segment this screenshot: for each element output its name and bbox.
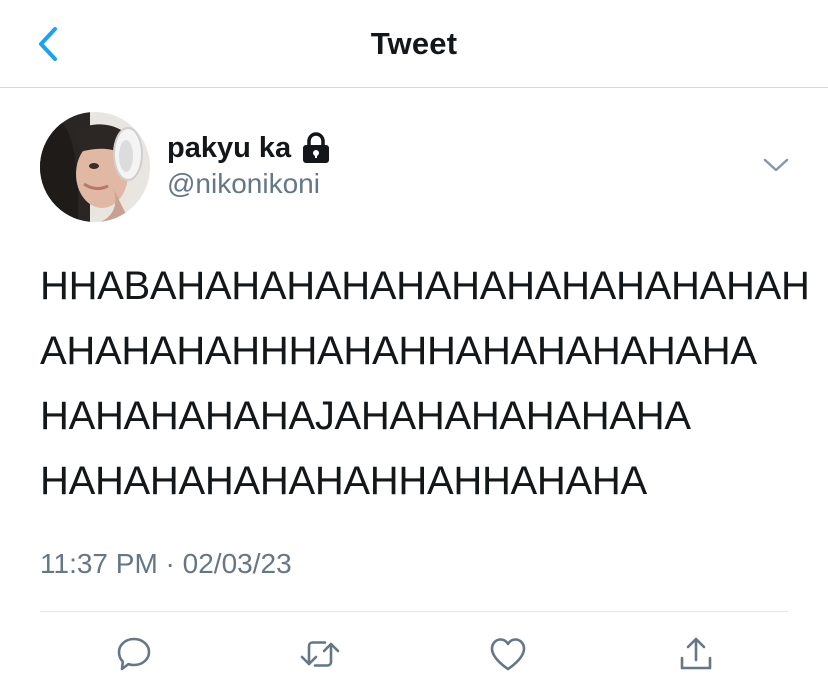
avatar-image bbox=[40, 112, 150, 222]
share-icon bbox=[680, 637, 712, 670]
tweet-text-line: HAHAHAHAHAJAHAHAHAHAHAHA bbox=[40, 394, 691, 438]
tweet-text: HHABAHAHAHAHAHAHAHAHAHAHAHAH AHAHAHAHHHA… bbox=[40, 254, 810, 514]
tweet-options-button[interactable] bbox=[758, 150, 794, 180]
divider bbox=[40, 611, 788, 612]
tweet-text-line: HHABAHAHAHAHAHAHAHAHAHAHAHAH bbox=[40, 264, 810, 308]
nav-header: Tweet bbox=[0, 0, 828, 88]
chevron-down-icon bbox=[763, 158, 789, 172]
retweet-button[interactable] bbox=[298, 632, 342, 676]
like-button[interactable] bbox=[486, 632, 530, 676]
retweet-icon bbox=[300, 641, 340, 667]
tweet-detail-screen: Tweet pakyu ka @nikonikoni HHABAHAHAHAHA… bbox=[0, 0, 828, 694]
user-handle[interactable]: @nikonikoni bbox=[167, 168, 320, 200]
like-icon bbox=[490, 638, 526, 671]
tweet-text-line: HAHAHAHAHAHAHHAHHAHAHA bbox=[40, 459, 647, 503]
avatar[interactable] bbox=[40, 112, 150, 222]
reply-button[interactable] bbox=[112, 632, 156, 676]
tweet-text-line: AHAHAHAHHHAHAHHAHAHAHAHAHA bbox=[40, 329, 757, 373]
lock-icon bbox=[303, 132, 330, 163]
tweet-timestamp: 11:37 PM · 02/03/23 bbox=[40, 548, 292, 579]
page-title: Tweet bbox=[370, 26, 458, 61]
display-name: pakyu ka bbox=[167, 131, 292, 164]
author-name-row[interactable]: pakyu ka bbox=[167, 128, 331, 168]
share-button[interactable] bbox=[674, 632, 718, 676]
reply-icon bbox=[117, 637, 151, 671]
